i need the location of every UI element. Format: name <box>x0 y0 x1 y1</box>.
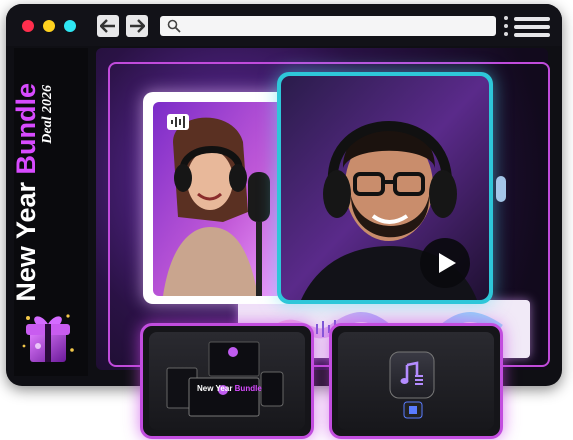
title-bar <box>6 4 562 46</box>
more-vertical-icon[interactable] <box>502 16 510 38</box>
arrow-right-icon <box>130 19 145 33</box>
music-note-icon <box>400 361 423 385</box>
singer-photo <box>153 102 283 296</box>
play-icon <box>439 253 456 273</box>
forward-button[interactable] <box>126 15 148 37</box>
bundle-title-part2: Bundle <box>234 384 262 393</box>
slider-handle[interactable] <box>496 176 506 202</box>
music-app-panel <box>338 332 494 430</box>
address-input[interactable] <box>186 18 490 34</box>
audio-wave-icon <box>167 114 189 130</box>
address-bar[interactable] <box>160 16 496 36</box>
back-button[interactable] <box>97 15 119 37</box>
brand-sidebar: New Year Bundle Deal 2026 <box>11 48 88 376</box>
brand-title-part2: Bundle <box>11 83 41 175</box>
hamburger-menu-icon[interactable] <box>514 16 550 38</box>
bundle-title-part1: New Year <box>197 384 235 393</box>
music-app-thumbnail[interactable] <box>329 323 503 439</box>
bundle-mockup: New Year Bundle <box>149 332 305 430</box>
brand-subtitle: Deal 2026 <box>40 85 55 144</box>
close-dot[interactable] <box>22 20 34 32</box>
singer-card <box>143 92 293 304</box>
search-icon <box>167 19 181 33</box>
arrow-left-icon <box>100 19 115 33</box>
brand-title: New Year Bundle Deal 2026 <box>11 83 81 323</box>
play-button[interactable] <box>420 238 470 288</box>
minimize-dot[interactable] <box>43 20 55 32</box>
brand-title-part1: New Year <box>11 174 41 302</box>
maximize-dot[interactable] <box>64 20 76 32</box>
bundle-thumbnail[interactable]: New Year Bundle <box>140 323 314 439</box>
gift-box-icon <box>22 314 74 362</box>
bundle-thumbnail-title: New Year Bundle <box>197 384 277 393</box>
